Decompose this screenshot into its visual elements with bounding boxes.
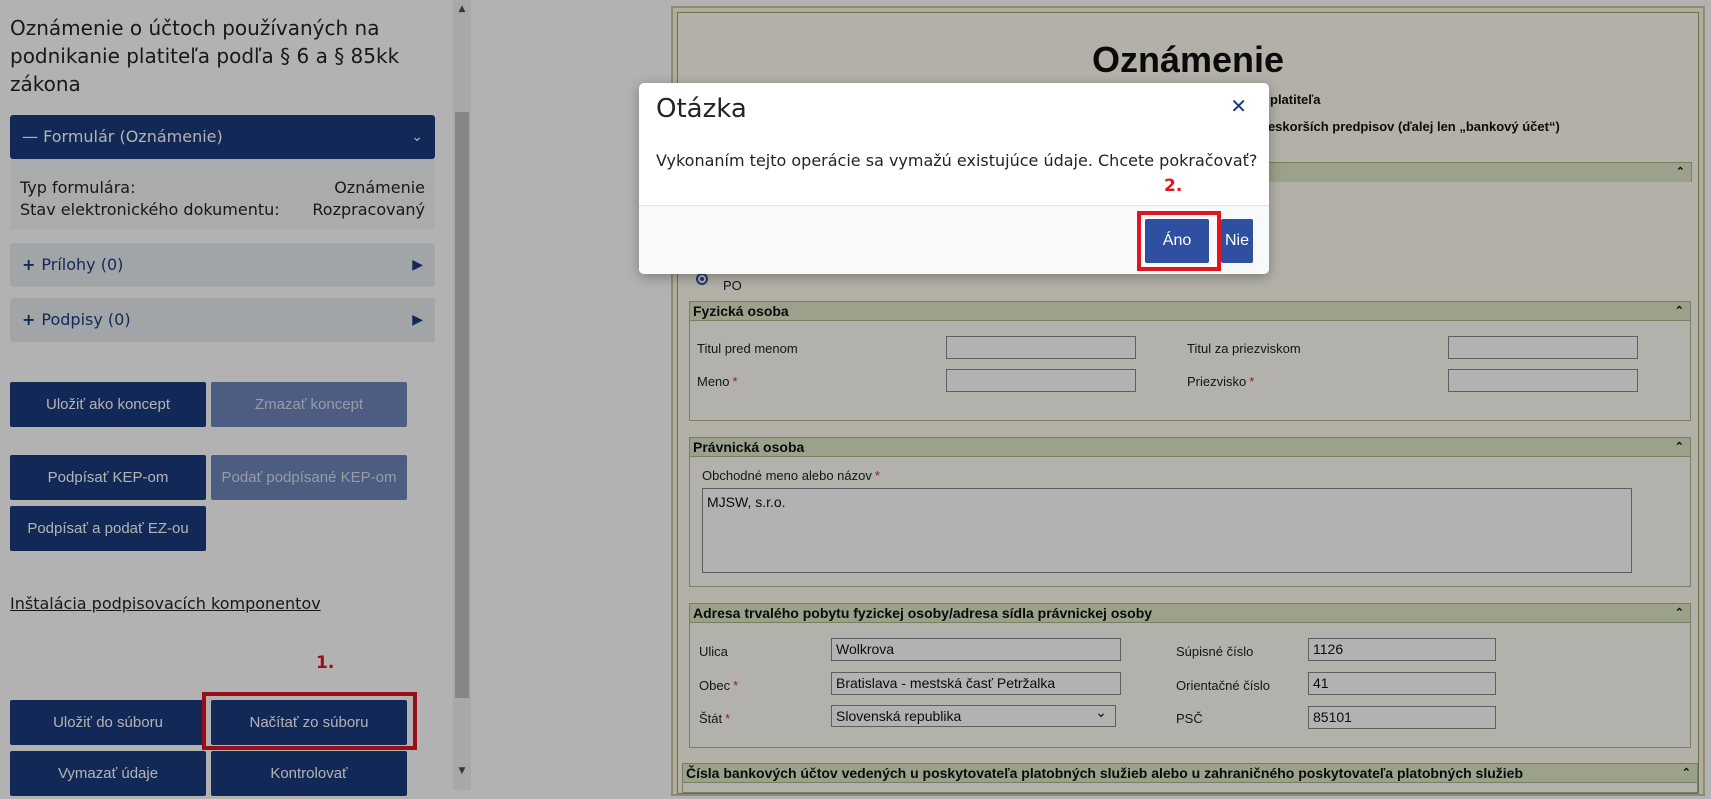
dialog-title: Otázka [656,94,747,124]
yes-button[interactable]: Áno [1145,219,1209,263]
no-button[interactable]: Nie [1221,219,1253,263]
close-icon[interactable]: ✕ [1230,94,1247,118]
annotation-2: 2. [1164,176,1183,196]
confirm-dialog: Otázka ✕ Vykonaním tejto operácie sa vym… [639,83,1269,274]
dialog-message: Vykonaním tejto operácie sa vymažú exist… [656,151,1258,170]
